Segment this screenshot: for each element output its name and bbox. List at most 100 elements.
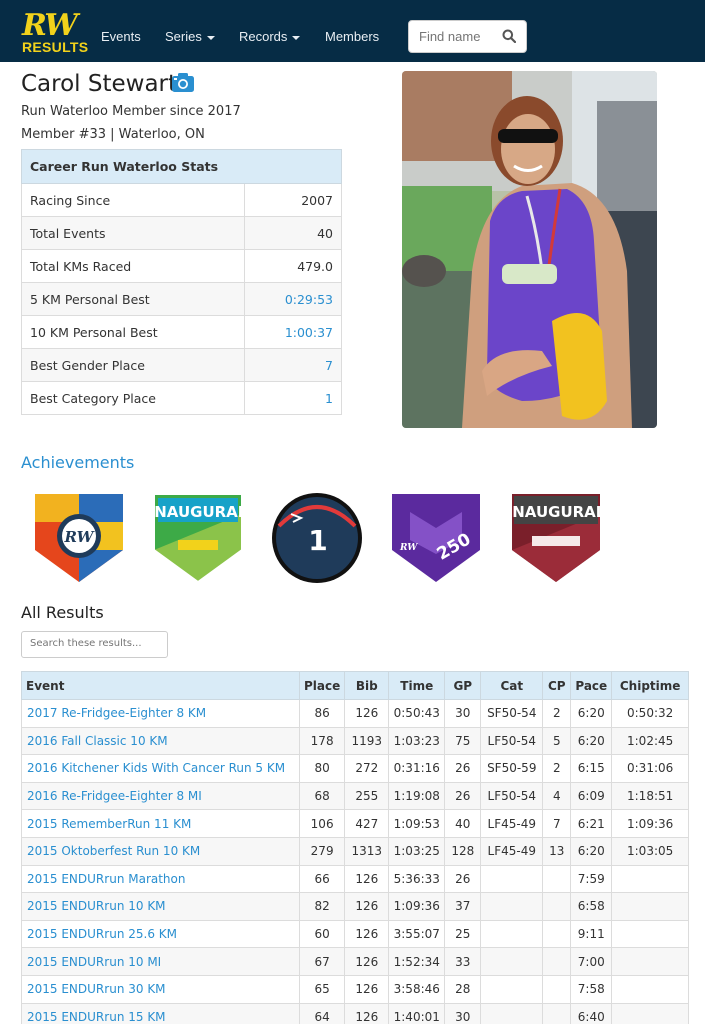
table-row: 2016 Kitchener Kids With Cancer Run 5 KM…	[21, 754, 689, 783]
event-cell: 2016 Kitchener Kids With Cancer Run 5 KM	[21, 754, 300, 783]
chip-cell	[611, 974, 689, 1004]
event-link[interactable]: 2015 Oktoberfest Run 10 KM	[27, 844, 200, 858]
event-link[interactable]: 2016 Fall Classic 10 KM	[27, 734, 168, 748]
event-link[interactable]: 2015 ENDURrun 10 KM	[27, 899, 166, 913]
column-header-pace[interactable]: Pace	[570, 671, 613, 700]
event-cell: 2015 RememberRun 11 KM	[21, 809, 300, 838]
stats-label: Total KMs Raced	[21, 249, 245, 283]
event-cell: 2015 ENDURrun 15 KM	[21, 1002, 300, 1024]
column-header-cp[interactable]: CP	[542, 671, 572, 700]
time-cell: 1:09:53	[388, 809, 446, 838]
search-icon[interactable]	[502, 29, 516, 43]
table-row: 2015 Oktoberfest Run 10 KM 279 1313 1:03:25…	[21, 836, 689, 866]
rw-member-badge-icon[interactable]: RW	[33, 492, 125, 584]
pace-cell: 6:15	[570, 754, 613, 783]
event-link[interactable]: 2017 Re-Fridgee-Eighter 8 KM	[27, 706, 206, 720]
nav-members[interactable]: Members	[325, 29, 379, 44]
cp-cell	[542, 919, 572, 949]
column-header-cat[interactable]: Cat	[480, 671, 544, 700]
inaugural-badge-icon[interactable]: INAUGURAL	[152, 492, 244, 584]
career-stats-table: Career Run Waterloo Stats Racing Since 20…	[21, 149, 342, 415]
stats-row: Best Category Place 1	[21, 381, 342, 415]
stats-value-link[interactable]: 0:29:53	[285, 292, 333, 307]
cat-cell	[480, 864, 544, 894]
cp-cell: 4	[542, 781, 572, 811]
cp-cell	[542, 864, 572, 894]
chip-cell: 1:02:45	[611, 726, 689, 756]
event-link[interactable]: 2015 RememberRun 11 KM	[27, 817, 191, 831]
inaugural-rememberrun-badge-icon[interactable]: INAUGURAL	[510, 492, 602, 584]
run-waterloo-logo[interactable]: RW RESULTS	[22, 8, 88, 56]
table-row: 2015 ENDURrun Marathon 66 126 5:36:33 26 7:59	[21, 864, 689, 894]
first-place-badge-icon[interactable]: 1	[271, 492, 363, 584]
place-cell: 80	[298, 754, 346, 783]
gp-cell: 25	[444, 919, 482, 949]
stats-label: 10 KM Personal Best	[21, 315, 245, 349]
event-link[interactable]: 2015 ENDURrun 30 KM	[27, 982, 166, 996]
table-row: 2016 Fall Classic 10 KM 178 1193 1:03:23 75 L…	[21, 726, 689, 756]
bib-cell: 255	[344, 781, 390, 811]
time-cell: 1:03:25	[388, 836, 446, 866]
bib-cell: 1193	[344, 726, 390, 756]
name-search-box[interactable]	[408, 20, 527, 53]
nav-events[interactable]: Events	[101, 29, 141, 44]
stats-value-cell: 0:29:53	[244, 282, 342, 316]
find-name-input[interactable]	[419, 29, 499, 44]
stats-value-cell: 1	[244, 381, 342, 415]
chip-cell: 0:50:32	[611, 699, 689, 728]
column-header-gp[interactable]: GP	[444, 671, 482, 700]
table-row: 2015 ENDURrun 10 MI 67 126 1:52:34 33 7:00	[21, 947, 689, 976]
stats-value-link[interactable]: 7	[325, 358, 333, 373]
time-cell: 1:09:36	[388, 892, 446, 921]
stats-label: Best Gender Place	[21, 348, 245, 382]
event-link[interactable]: 2016 Re-Fridgee-Eighter 8 MI	[27, 789, 202, 803]
camera-icon[interactable]	[172, 73, 194, 92]
stats-label: Total Events	[21, 216, 245, 250]
pace-cell: 6:40	[570, 1002, 613, 1024]
chip-cell	[611, 892, 689, 921]
gp-cell: 28	[444, 974, 482, 1004]
stats-value-link[interactable]: 1:00:37	[285, 325, 333, 340]
pace-cell: 7:59	[570, 864, 613, 894]
stats-value-link[interactable]: 1	[325, 391, 333, 406]
event-link[interactable]: 2015 ENDURrun 25.6 KM	[27, 927, 177, 941]
nav-records[interactable]: Records	[239, 29, 301, 44]
bib-cell: 1313	[344, 836, 390, 866]
event-link[interactable]: 2015 ENDURrun Marathon	[27, 872, 185, 886]
place-cell: 67	[298, 947, 346, 976]
all-results-heading: All Results	[21, 603, 104, 622]
column-header-chip[interactable]: Chiptime	[611, 671, 689, 700]
bib-cell: 126	[344, 947, 390, 976]
column-header-bib[interactable]: Bib	[344, 671, 390, 700]
achievements-heading: Achievements	[21, 453, 135, 472]
event-link[interactable]: 2016 Kitchener Kids With Cancer Run 5 KM	[27, 761, 285, 775]
event-link[interactable]: 2015 ENDURrun 10 MI	[27, 955, 161, 969]
results-search-input[interactable]	[30, 638, 160, 649]
chip-cell	[611, 947, 689, 976]
chip-cell: 1:18:51	[611, 781, 689, 811]
gp-cell: 30	[444, 1002, 482, 1024]
results-search-box[interactable]	[21, 631, 168, 658]
table-row: 2015 ENDURrun 15 KM 64 126 1:40:01 30 6:40	[21, 1002, 689, 1024]
cat-cell: SF50-59	[480, 754, 544, 783]
stats-row: Best Gender Place 7	[21, 348, 342, 382]
time-cell: 3:55:07	[388, 919, 446, 949]
cp-cell: 5	[542, 726, 572, 756]
gp-cell: 75	[444, 726, 482, 756]
stats-row: Total KMs Raced 479.0	[21, 249, 342, 283]
column-header-time[interactable]: Time	[388, 671, 446, 700]
nav-series[interactable]: Series	[165, 29, 215, 44]
column-header-place[interactable]: Place	[298, 671, 346, 700]
member-since: Run Waterloo Member since 2017	[21, 104, 241, 119]
stats-label: 5 KM Personal Best	[21, 282, 245, 316]
stats-value-cell: 2007	[244, 183, 342, 217]
nav-series-label: Series	[165, 29, 202, 44]
caret-down-icon	[292, 35, 301, 40]
stats-label: Best Category Place	[21, 381, 245, 415]
pace-cell: 6:09	[570, 781, 613, 811]
event-link[interactable]: 2015 ENDURrun 15 KM	[27, 1010, 166, 1024]
column-header-event[interactable]: Event	[21, 671, 300, 700]
time-cell: 1:03:23	[388, 726, 446, 756]
cat-cell	[480, 947, 544, 976]
250-km-badge-icon[interactable]: RW 250	[390, 492, 482, 584]
